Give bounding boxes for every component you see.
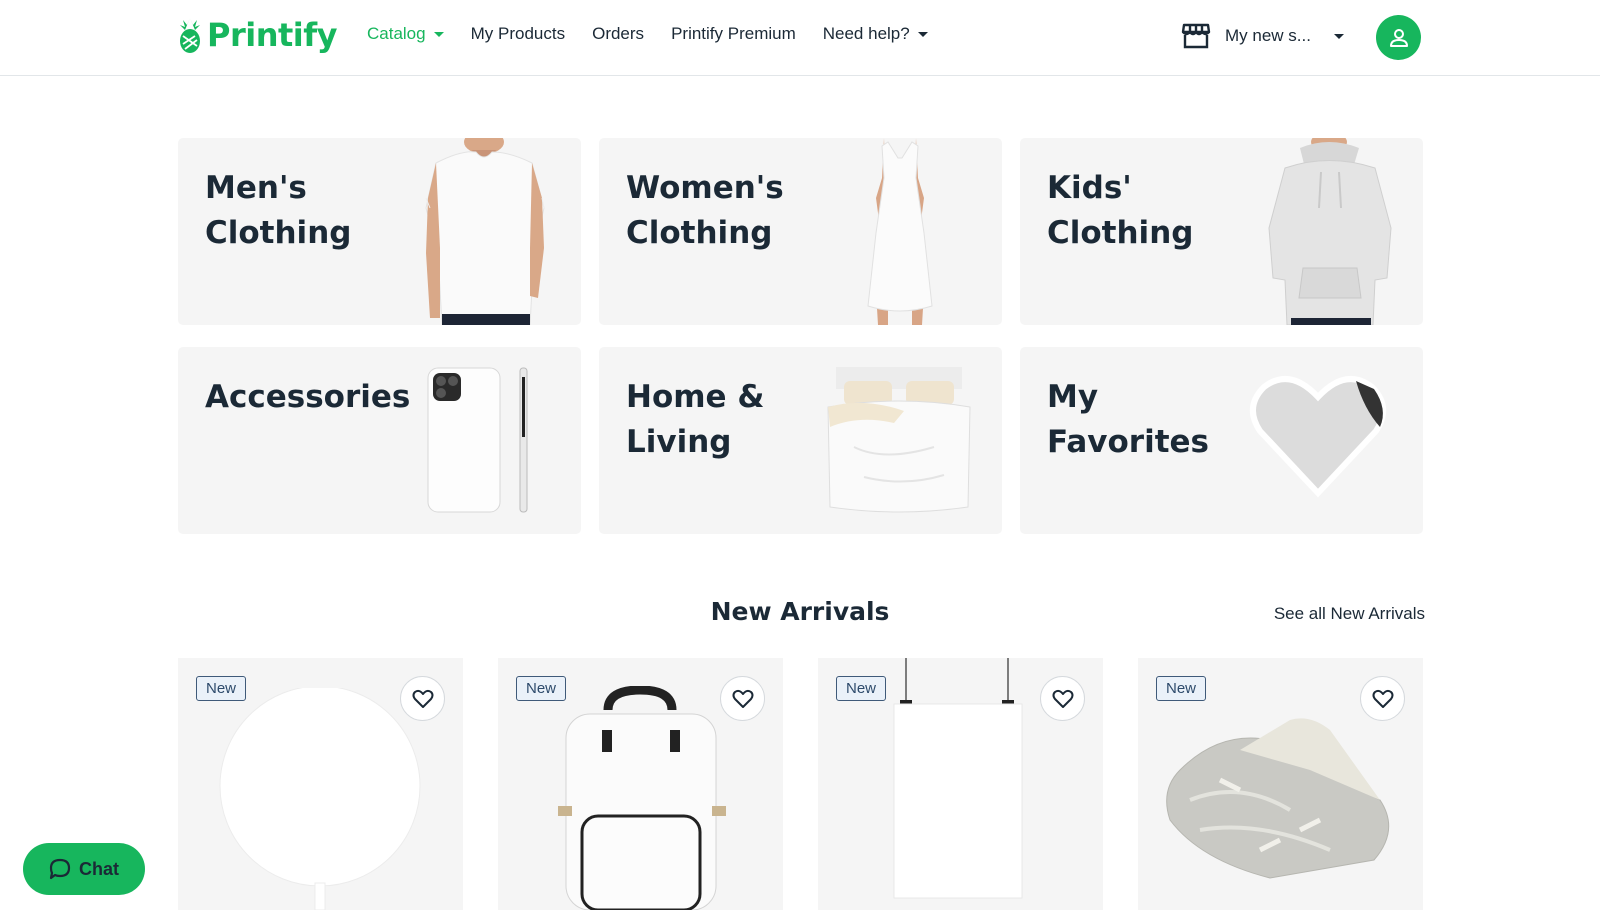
category-accessories[interactable]: Accessories [178, 347, 581, 534]
nav-orders-label: Orders [592, 24, 645, 43]
womens-dress-image [867, 138, 933, 325]
store-icon [1181, 23, 1211, 49]
favorite-button[interactable] [400, 676, 445, 721]
heart-icon [732, 689, 753, 708]
favorite-button[interactable] [1040, 676, 1085, 721]
product-card[interactable]: New [178, 658, 463, 910]
user-avatar[interactable] [1376, 15, 1421, 60]
chevron-down-icon [1333, 33, 1344, 39]
heart-icon [1372, 689, 1393, 708]
printify-logo[interactable]: Printify [177, 16, 338, 54]
nav-catalog[interactable]: Catalog [367, 24, 444, 44]
category-kids-clothing[interactable]: Kids' Clothing [1020, 138, 1423, 325]
product-card[interactable]: New [818, 658, 1103, 910]
category-my-favorites[interactable]: My Favorites [1020, 347, 1423, 534]
favorite-button[interactable] [720, 676, 765, 721]
top-navbar: Printify Catalog My Products Orders Prin… [0, 0, 1600, 76]
chevron-down-icon [433, 31, 444, 37]
nav-printify-premium[interactable]: Printify Premium [671, 24, 796, 44]
new-badge: New [516, 676, 567, 701]
new-badge: New [196, 676, 247, 701]
see-all-new-arrivals-link[interactable]: See all New Arrivals [1260, 604, 1425, 624]
nav-need-help-label: Need help? [822, 24, 910, 43]
new-badge: New [1156, 676, 1207, 701]
chat-label: Chat [79, 858, 119, 879]
category-title: Home & Living [626, 379, 765, 460]
product-card[interactable]: New [498, 658, 783, 910]
product-card[interactable]: New [1138, 658, 1423, 910]
category-title: Men's Clothing [205, 170, 352, 251]
brand-name: Printify [207, 16, 338, 54]
velvet-blanket-image [1166, 718, 1390, 879]
category-title: Kids' Clothing [1047, 170, 1194, 251]
kids-hoodie-image [1268, 138, 1392, 325]
chevron-down-icon [917, 31, 928, 37]
chat-icon [49, 858, 71, 880]
favorite-button[interactable] [1360, 676, 1405, 721]
category-title: Accessories [205, 379, 411, 415]
heart-sticker-image [1250, 376, 1386, 498]
balloon-image [219, 688, 421, 910]
backpack-image [558, 686, 726, 910]
new-badge: New [836, 676, 887, 701]
new-arrivals-title: New Arrivals [710, 597, 890, 626]
category-home-living[interactable]: Home & Living [599, 347, 1002, 534]
store-name: My new s... [1225, 26, 1311, 45]
category-mens-clothing[interactable]: Men's Clothing [178, 138, 581, 325]
nav-catalog-label: Catalog [367, 24, 426, 43]
phone-case-image [427, 367, 528, 513]
nav-orders[interactable]: Orders [592, 24, 644, 44]
mens-tshirt-image [425, 138, 545, 325]
user-icon [1389, 28, 1408, 47]
chat-button[interactable]: Chat [23, 843, 145, 895]
category-title: Women's Clothing [626, 170, 784, 251]
nav-my-products[interactable]: My Products [471, 24, 565, 44]
heart-icon [412, 689, 433, 708]
main-nav: Catalog My Products Orders Printify Prem… [367, 24, 928, 44]
nav-my-products-label: My Products [470, 24, 566, 43]
nav-premium-label: Printify Premium [671, 24, 796, 43]
pineapple-logo-icon [180, 18, 200, 53]
store-selector[interactable]: My new s... [1181, 22, 1344, 50]
bed-duvet-image [827, 367, 971, 513]
category-womens-clothing[interactable]: Women's Clothing [599, 138, 1002, 325]
heart-icon [1052, 689, 1073, 708]
category-title: My Favorites [1047, 379, 1209, 460]
nav-need-help[interactable]: Need help? [823, 24, 928, 44]
hanging-poster-image [893, 658, 1023, 899]
